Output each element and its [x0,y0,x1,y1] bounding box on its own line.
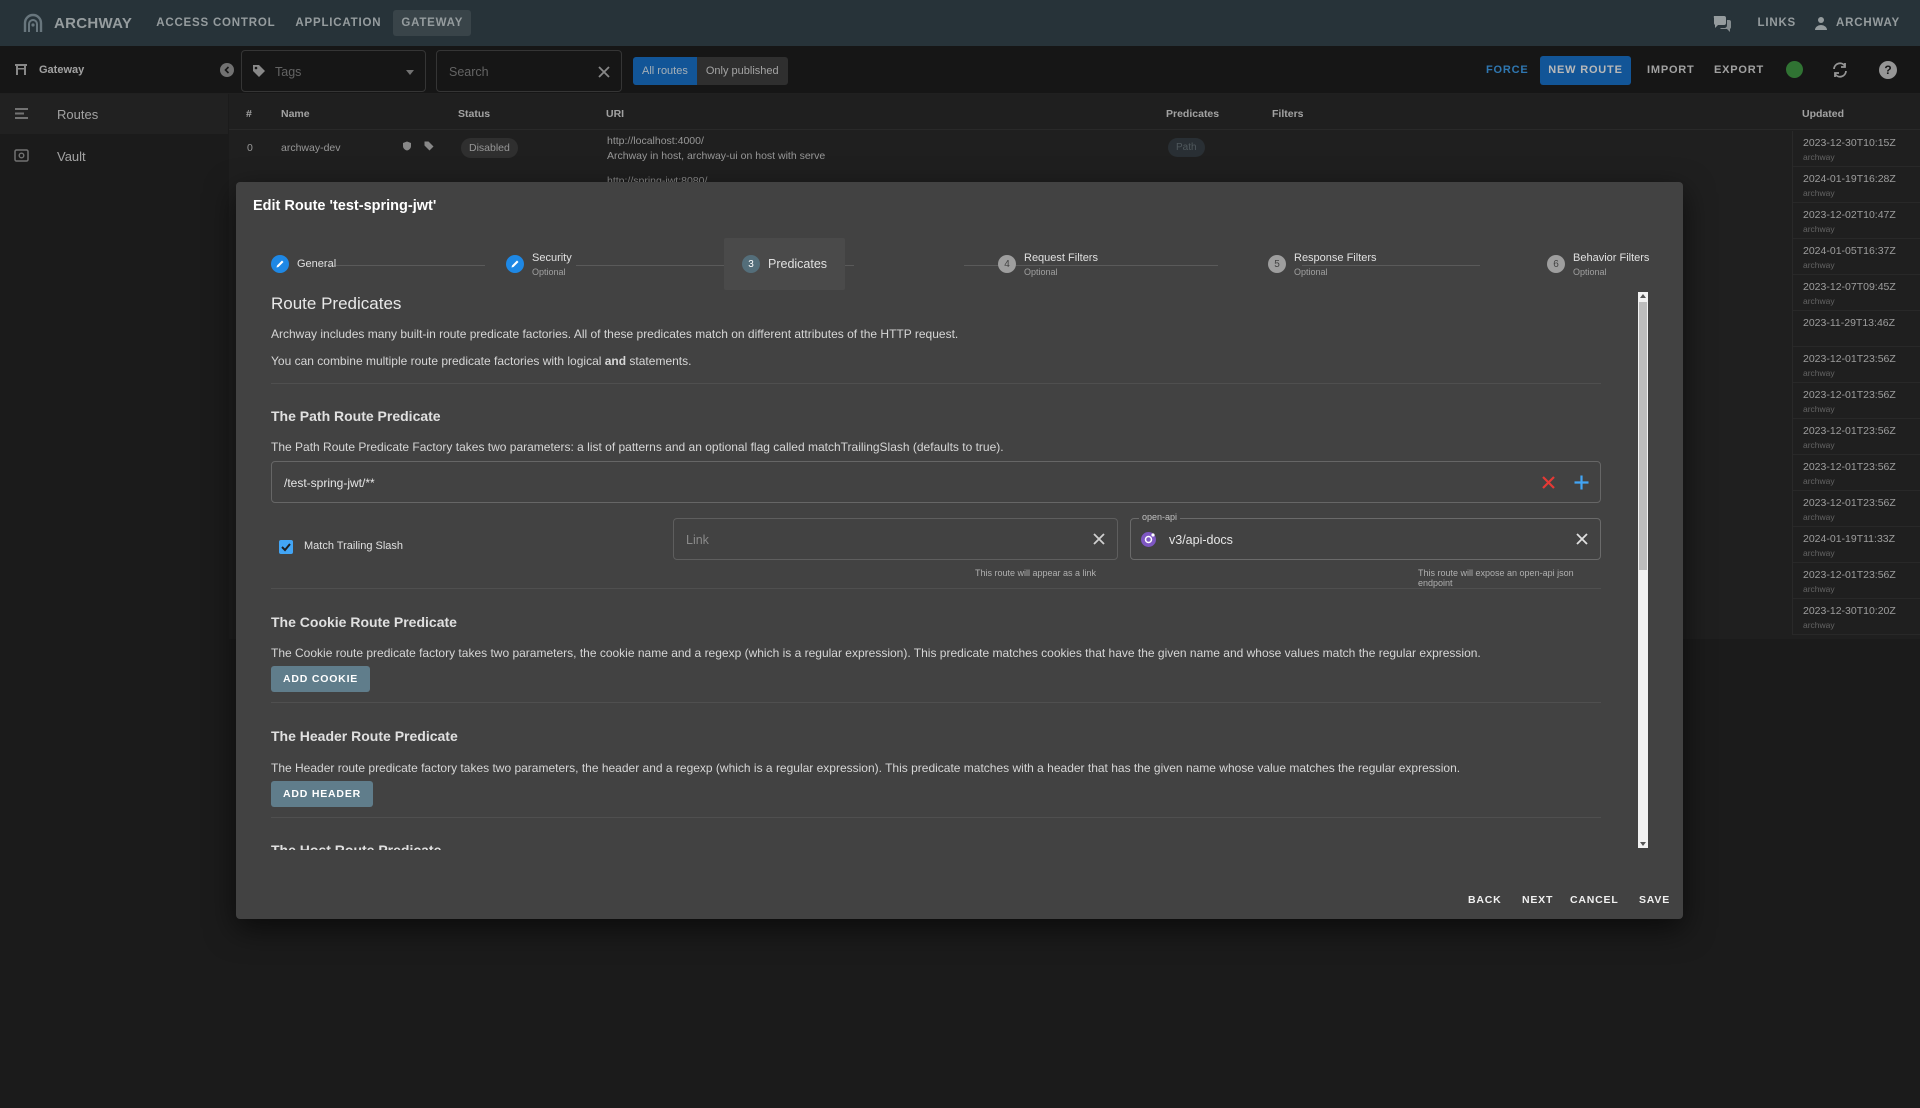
step-label: Response Filters [1294,251,1377,264]
intro-text: Archway includes many built-in route pre… [271,327,959,341]
path-predicate-title: The Path Route Predicate [271,408,441,424]
step-connector [323,265,485,266]
step-label: Security [532,251,572,264]
step-label: General [297,258,337,270]
pencil-icon [511,260,519,268]
section-heading: Route Predicates [271,294,402,313]
dialog-scrollbar[interactable] [1638,292,1648,848]
divider [271,817,1601,818]
header-predicate-desc: The Header route predicate factory takes… [271,761,1461,775]
back-button[interactable]: BACK [1468,894,1502,906]
intro-text-bold: and [604,354,627,368]
edit-route-dialog: Edit Route 'test-spring-jwt' General Sec… [236,182,1683,919]
path-pattern-value: /test-spring-jwt/** [284,476,375,490]
open-api-hint: This route will expose an open-api json … [1418,568,1574,588]
checkmark-icon [281,543,291,552]
add-pattern-icon[interactable] [1573,474,1590,491]
divider [271,383,1601,384]
step-optional: Optional [1024,266,1058,277]
add-header-button[interactable]: ADD HEADER [271,781,374,807]
step-security[interactable]: Security Optional [506,238,572,290]
step-label: Request Filters [1024,251,1098,264]
step-number: 3 [742,255,760,273]
dialog-title: Edit Route 'test-spring-jwt' [253,198,437,214]
scroll-down-icon[interactable] [1640,842,1646,846]
open-api-label: open-api [1139,512,1181,522]
dialog-content[interactable]: Route Predicates Archway includes many b… [271,290,1601,850]
step-response-filters[interactable]: 5 Response Filters Optional [1268,238,1377,290]
scroll-up-icon[interactable] [1640,294,1646,298]
path-pattern-input[interactable]: /test-spring-jwt/** [271,461,1601,503]
open-api-input[interactable]: open-api v3/api-docs [1130,512,1601,560]
cancel-button[interactable]: CANCEL [1570,894,1619,906]
stepper: General Security Optional 3 Predicates 4… [236,238,1683,290]
link-input[interactable]: Link [673,518,1118,560]
remove-pattern-icon[interactable] [1541,475,1556,490]
link-hint: This route will appear as a link [975,568,1097,578]
step-number: 4 [998,255,1016,273]
intro-text-part: statements. [626,354,692,368]
step-optional: Optional [532,266,566,277]
pencil-icon [276,260,284,268]
step-label: Behavior Filters [1573,251,1650,264]
path-predicate-desc: The Path Route Predicate Factory takes t… [271,440,1004,454]
step-done-icon [506,255,524,273]
step-number: 5 [1268,255,1286,273]
cookie-predicate-desc: The Cookie route predicate factory takes… [271,646,1481,660]
step-predicates[interactable]: 3 Predicates [724,238,846,290]
open-api-value: v3/api-docs [1169,533,1233,547]
save-button[interactable]: SAVE [1639,894,1670,906]
intro-text-part: You can combine multiple route predicate… [271,354,605,368]
step-request-filters[interactable]: 4 Request Filters Optional [998,238,1098,290]
step-optional: Optional [1294,266,1328,277]
clear-link-icon[interactable] [1092,532,1106,546]
intro-text: You can combine multiple route predicate… [271,354,691,368]
divider [271,588,1601,589]
scrollbar-thumb[interactable] [1639,302,1647,570]
step-done-icon [271,255,289,273]
divider [271,702,1601,703]
match-trailing-slash-checkbox[interactable] [279,540,293,554]
step-number: 6 [1547,255,1565,273]
add-cookie-button[interactable]: ADD COOKIE [271,666,371,692]
step-general[interactable]: General [271,238,336,290]
host-predicate-title: The Host Route Predicate [271,842,442,850]
next-button[interactable]: NEXT [1522,894,1553,906]
link-placeholder: Link [686,533,709,547]
cookie-predicate-title: The Cookie Route Predicate [271,614,457,630]
header-predicate-title: The Header Route Predicate [271,728,458,744]
step-behavior-filters[interactable]: 6 Behavior Filters Optional [1547,238,1649,290]
match-trailing-slash-label[interactable]: Match Trailing Slash [304,540,403,552]
open-api-icon [1141,532,1156,547]
step-optional: Optional [1573,266,1607,277]
step-label: Predicates [768,257,828,271]
clear-open-api-icon[interactable] [1575,532,1589,546]
